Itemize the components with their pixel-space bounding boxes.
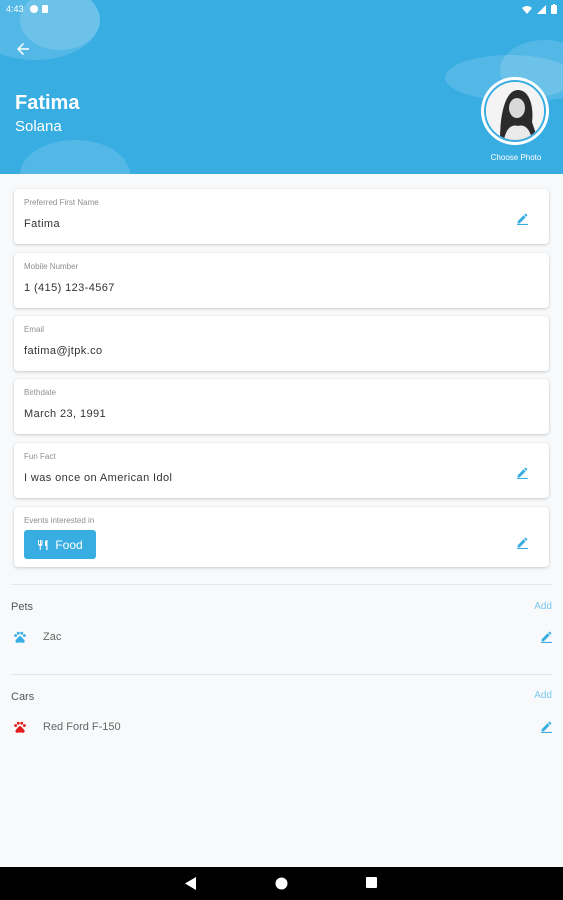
nav-recents-icon[interactable] — [366, 877, 377, 888]
wifi-icon — [522, 5, 532, 14]
field-value: March 23, 1991 — [24, 408, 107, 420]
choose-photo-link[interactable]: Choose Photo — [478, 153, 554, 162]
nav-back-icon[interactable] — [185, 877, 197, 890]
food-icon — [38, 539, 48, 550]
field-label: Fun Fact — [24, 452, 56, 461]
field-email[interactable]: Email fatima@jtpk.co — [14, 316, 549, 371]
chip-label: Food — [55, 537, 83, 552]
profile-header: 4:43 Fatima Solana Choose Photo — [0, 0, 563, 174]
edit-pencil-icon[interactable] — [516, 536, 529, 549]
add-pet-link[interactable]: Add — [534, 601, 552, 612]
edit-pencil-icon[interactable] — [516, 212, 529, 225]
car-item[interactable]: Red Ford F-150 — [0, 714, 563, 742]
edit-pencil-icon[interactable] — [540, 720, 553, 733]
back-button[interactable] — [10, 36, 36, 62]
field-mobile-number[interactable]: Mobile Number 1 (415) 123-4567 — [14, 253, 549, 308]
battery-icon — [551, 4, 557, 14]
field-label: Email — [24, 325, 45, 334]
field-value: I was once on American Idol — [24, 472, 173, 484]
profile-first-name: Fatima — [15, 92, 80, 114]
status-icons — [522, 4, 557, 14]
system-navigation-bar — [0, 867, 563, 900]
field-value: 1 (415) 123-4567 — [24, 282, 115, 294]
signal-icon — [537, 4, 546, 14]
cloud-decoration — [20, 140, 130, 174]
sim-icon — [41, 5, 48, 13]
section-divider — [11, 584, 552, 585]
field-events-interested[interactable]: Events interested in Food — [14, 507, 549, 567]
status-bar: 4:43 — [0, 0, 563, 18]
avatar[interactable] — [481, 77, 549, 145]
profile-last-name: Solana — [15, 118, 62, 135]
field-value: fatima@jtpk.co — [24, 345, 103, 357]
paw-icon — [14, 721, 26, 733]
pet-item[interactable]: Zac — [0, 624, 563, 652]
field-fun-fact[interactable]: Fun Fact I was once on American Idol — [14, 443, 549, 498]
field-label: Preferred First Name — [24, 198, 99, 207]
paw-icon — [14, 631, 26, 643]
pet-name: Zac — [43, 631, 62, 643]
edit-pencil-icon[interactable] — [540, 630, 553, 643]
status-time: 4:43 — [6, 4, 24, 14]
event-chip-food[interactable]: Food — [24, 530, 96, 559]
car-name: Red Ford F-150 — [43, 721, 121, 733]
edit-pencil-icon[interactable] — [516, 466, 529, 479]
avatar-image — [486, 82, 544, 140]
avatar-photo — [484, 80, 546, 142]
cars-section-title: Cars — [11, 691, 35, 703]
field-label: Events interested in — [24, 516, 95, 525]
nav-home-icon[interactable] — [275, 877, 288, 890]
add-car-link[interactable]: Add — [534, 690, 552, 701]
notification-icon — [29, 5, 38, 13]
field-value: Fatima — [24, 218, 61, 230]
notification-icons — [29, 5, 48, 13]
pets-section-title: Pets — [11, 601, 34, 613]
section-divider — [11, 674, 552, 675]
field-label: Birthdate — [24, 388, 57, 397]
field-label: Mobile Number — [24, 262, 79, 271]
arrow-left-icon — [17, 43, 29, 55]
field-preferred-first-name[interactable]: Preferred First Name Fatima — [14, 189, 549, 244]
field-birthdate[interactable]: Birthdate March 23, 1991 — [14, 379, 549, 434]
